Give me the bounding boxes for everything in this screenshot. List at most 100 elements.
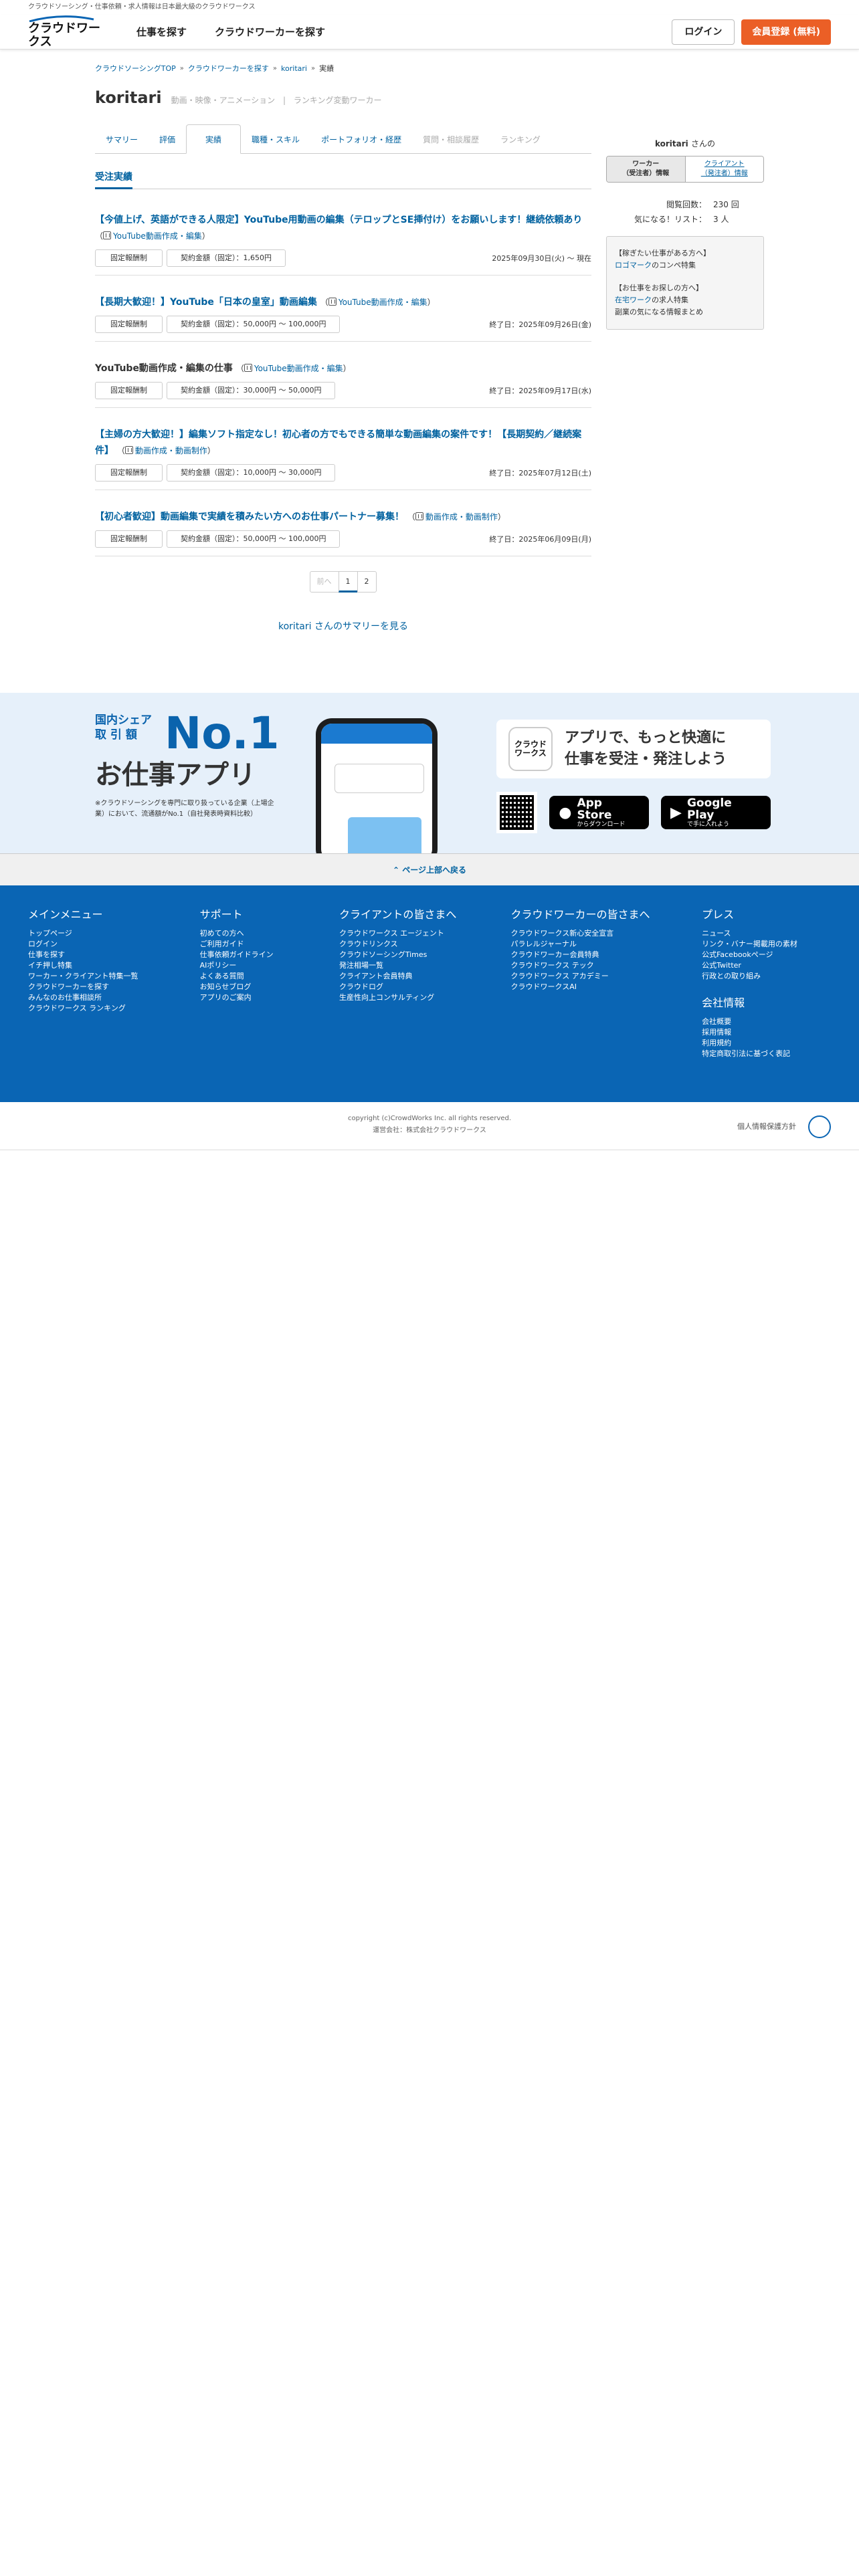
job-title-link[interactable]: 【長期大歓迎！】YouTube「日本の皇室」動画編集 xyxy=(95,297,317,308)
app-store-button[interactable]: ● App Store からダウンロード xyxy=(549,796,650,829)
job-category-link[interactable]: YouTube動画作成・編集 xyxy=(339,298,427,307)
footer-column: メインメニュートップページ ログイン 仕事を探す イチ押し特集 ワーカー・クライアント特… xyxy=(28,905,200,1059)
toggle-worker-info[interactable]: ワーカー （受注者）情報 xyxy=(607,156,686,182)
nav-find-jobs[interactable]: 仕事を探す xyxy=(136,25,187,39)
footer-link[interactable]: 仕事依頼ガイドライン xyxy=(200,950,339,960)
tab-portfolio[interactable]: ポートフォリオ・経歴 xyxy=(310,126,412,153)
job-item: 【今値上げ、英語ができる人限定】YouTube用動画の編集（テロップとSE挿付け… xyxy=(95,189,591,276)
section-title: 受注実績 xyxy=(95,170,132,189)
breadcrumb-sep-icon: » xyxy=(272,64,278,72)
job-title-link[interactable]: 【初心者歓迎】動画編集で実績を積みたい方へのお仕事パートナー募集！ xyxy=(95,512,404,522)
footer-link[interactable]: パラレルジャーナル xyxy=(511,939,702,950)
footer-link[interactable]: クラウドログ xyxy=(339,982,511,992)
footer-link[interactable]: クラウドワーカーを探す xyxy=(28,982,200,992)
tab-reviews[interactable]: 評価 xyxy=(149,126,186,153)
job-amount-badge: 契約金額（固定）：50,000円 〜 100,000円 xyxy=(167,530,341,548)
google-play-icon: ▶ xyxy=(670,804,682,821)
job-category-link[interactable]: YouTube動画作成・編集 xyxy=(113,231,202,241)
footer-link[interactable]: 採用情報 xyxy=(702,1027,831,1038)
footer-heading: クラウドワーカーの皆さまへ xyxy=(510,908,650,921)
footer-link[interactable]: よくある質問 xyxy=(200,971,339,982)
login-button[interactable]: ログイン xyxy=(672,19,735,45)
tab-ranking: ランキング xyxy=(500,135,541,144)
footer-link[interactable]: クラウドソーシングTimes xyxy=(339,950,511,960)
footer-link[interactable]: アプリのご案内 xyxy=(200,992,339,1003)
job-category-link[interactable]: 動画作成・動画制作 xyxy=(135,446,207,455)
top-strip: クラウドソーシング・仕事依頼・求人情報は日本最大級のクラウドワークス xyxy=(28,3,256,11)
privacy-link[interactable]: 個人情報保護方針 xyxy=(737,1121,796,1133)
footer-link[interactable]: ワーカー・クライアント特集一覧 xyxy=(28,971,200,982)
stat-views-label: 閲覧回数： xyxy=(666,200,706,209)
footer-link[interactable]: クラウドワークス新心安全宣言 xyxy=(511,928,702,939)
qr-code-icon xyxy=(496,792,538,833)
footer-link[interactable]: 仕事を探す xyxy=(28,950,200,960)
stat-watchlist-value: 3 人 xyxy=(713,215,729,224)
footer-link[interactable]: リンク・バナー掲載用の素材 xyxy=(702,939,831,950)
job-category: （動画作成・動画制作） xyxy=(116,446,215,455)
footer-link[interactable]: ご利用ガイド xyxy=(200,939,339,950)
footer-link[interactable]: クラウドワーカー会員特典 xyxy=(511,950,702,960)
back-to-top[interactable]: ⌃ ページ上部へ戻る xyxy=(0,853,859,885)
category-icon xyxy=(415,512,423,520)
nav-find-workers[interactable]: クラウドワーカーを探す xyxy=(215,25,325,39)
feature-item: 【お仕事をお探しの方へ】 在宅ワークの求人特集 副業の気になる情報まとめ xyxy=(615,284,703,316)
footer-heading: メインメニュー xyxy=(28,908,103,921)
footer-link[interactable]: クラウドワークス ランキング xyxy=(28,1003,200,1014)
footer-link[interactable]: 行政との取り組み xyxy=(702,971,831,982)
footer-link[interactable]: みんなのお仕事相談所 xyxy=(28,992,200,1003)
footer-heading: プレス xyxy=(702,908,735,921)
footer-link[interactable]: イチ押し特集 xyxy=(28,960,200,971)
tab-skills[interactable]: 職種・スキル xyxy=(241,126,310,153)
footer-link[interactable]: お知らせブログ xyxy=(200,982,339,992)
footer-link[interactable]: 発注相場一覧 xyxy=(339,960,511,971)
crowdworks-logo[interactable]: クラウドワークス xyxy=(28,15,108,49)
footer-link[interactable]: クライアント会員特典 xyxy=(339,971,511,982)
footer-link[interactable]: 生産性向上コンサルティング xyxy=(339,992,511,1003)
phone-mockup xyxy=(316,718,438,853)
footer-link[interactable]: 利用規約 xyxy=(702,1038,831,1049)
toggle-client-info[interactable]: クライアント （発注者）情報 xyxy=(685,156,763,182)
feature-link-remote[interactable]: 在宅ワーク xyxy=(615,296,652,304)
footer-link[interactable]: AIポリシー xyxy=(200,960,339,971)
breadcrumb-top[interactable]: クラウドソーシングTOP xyxy=(95,63,176,74)
footer-link[interactable]: クラウドワークスAI xyxy=(511,982,702,992)
job-title-link[interactable]: 【今値上げ、英語ができる人限定】YouTube用動画の編集（テロップとSE挿付け… xyxy=(95,215,582,225)
footer-link[interactable]: クラウドワークス アカデミー xyxy=(511,971,702,982)
breadcrumb-find-workers[interactable]: クラウドワーカーを探す xyxy=(188,63,269,74)
profile-category: 動画・映像・アニメーション xyxy=(171,96,276,105)
footer-link[interactable]: クラウドリンクス xyxy=(339,939,511,950)
banner-catch-line2: 仕事を受注・発注しよう xyxy=(565,751,727,768)
footer-link[interactable]: トップページ xyxy=(28,928,200,939)
feature-box: 【稼ぎたい仕事がある方へ】 ロゴマークのコンペ特集 【お仕事をお探しの方へ】 在… xyxy=(606,236,764,330)
footer-link[interactable]: クラウドワークス エージェント xyxy=(339,928,511,939)
job-list: 【今値上げ、英語ができる人限定】YouTube用動画の編集（テロップとSE挿付け… xyxy=(95,189,591,556)
footer-link[interactable]: 公式Twitter xyxy=(702,960,831,971)
footer-link[interactable]: クラウドワークス テック xyxy=(511,960,702,971)
copyright-area: copyright (c)CrowdWorks Inc. all rights … xyxy=(0,1102,859,1150)
job-category: （YouTube動画作成・編集） xyxy=(95,231,210,241)
footer-link[interactable]: 会社概要 xyxy=(702,1016,831,1027)
profile-stats: 閲覧回数： 230 回 気になる！リスト： 3 人 xyxy=(606,197,764,227)
signup-button[interactable]: 会員登録 (無料) xyxy=(741,19,831,45)
job-item: YouTube動画作成・編集の仕事 （YouTube動画作成・編集） 固定報酬制… xyxy=(95,342,591,408)
tab-summary[interactable]: サマリー xyxy=(95,126,149,153)
apple-icon: ● xyxy=(559,804,572,821)
footer-link[interactable]: ニュース xyxy=(702,928,831,939)
tab-achievements[interactable]: 実績 xyxy=(186,124,242,154)
site-footer: メインメニュートップページ ログイン 仕事を探す イチ押し特集 ワーカー・クライアント特… xyxy=(0,885,859,1102)
job-category: （動画作成・動画制作） xyxy=(407,512,506,522)
breadcrumb-user[interactable]: koritari xyxy=(281,64,307,73)
job-category-link[interactable]: YouTube動画作成・編集 xyxy=(254,364,343,373)
footer-link[interactable]: ログイン xyxy=(28,939,200,950)
pager-prev: 前へ xyxy=(309,571,339,593)
pager-current: 1 xyxy=(338,571,358,593)
footer-link[interactable]: 初めての方へ xyxy=(200,928,339,939)
google-play-button[interactable]: ▶ Google Play で手に入れよう xyxy=(661,796,771,829)
feature-link-logo[interactable]: ロゴマーク xyxy=(615,261,652,270)
pager-page-2[interactable]: 2 xyxy=(357,571,377,593)
summary-link[interactable]: koritari さんのサマリーを見る xyxy=(278,621,408,632)
job-category-link[interactable]: 動画作成・動画制作 xyxy=(425,512,498,522)
footer-link[interactable]: 特定商取引法に基づく表記 xyxy=(702,1049,831,1059)
job-amount-badge: 契約金額（固定）：50,000円 〜 100,000円 xyxy=(167,316,341,333)
footer-link[interactable]: 公式Facebookページ xyxy=(702,950,831,960)
